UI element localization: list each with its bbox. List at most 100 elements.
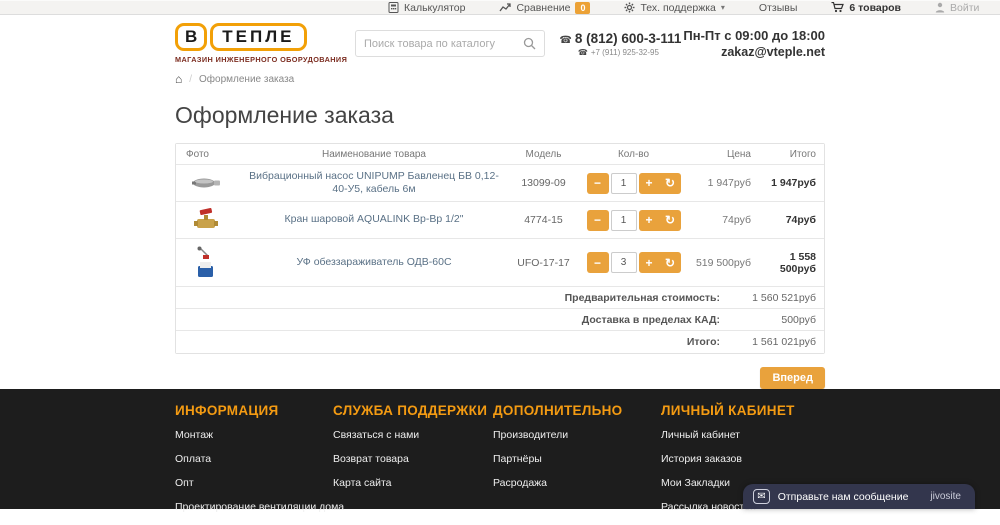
- topbar-comparison-label: Сравнение: [516, 2, 570, 14]
- table-row: Вибрационный насос UNIPUMP Бавленец БВ 0…: [176, 165, 824, 202]
- footer-column-extras: ДОПОЛНИТЕЛЬНО Производители Партнёры Рас…: [493, 403, 661, 525]
- qty-input[interactable]: [611, 252, 637, 273]
- col-header-qty: Кол-во: [581, 149, 686, 160]
- footer-link-returns[interactable]: Возврат товара: [333, 453, 493, 465]
- qty-refresh-button[interactable]: ↻: [660, 173, 681, 194]
- table-row: Кран шаровой AQUALINK Вр-Вр 1/2" 4774-15…: [176, 202, 824, 239]
- product-photo-pump[interactable]: [186, 168, 226, 198]
- qty-refresh-button[interactable]: ↻: [660, 210, 681, 231]
- phone-alt-number: +7 (911) 925-32-95: [591, 48, 659, 57]
- comparison-icon: [499, 2, 511, 13]
- topbar-reviews-label: Отзывы: [759, 2, 797, 14]
- qty-input[interactable]: [611, 210, 637, 231]
- product-total: 74руб: [751, 214, 824, 226]
- footer-link-oplata[interactable]: Оплата: [175, 453, 333, 465]
- search-button[interactable]: [523, 37, 536, 50]
- site-logo[interactable]: В ТЕПЛЕ МАГАЗИН ИНЖЕНЕРНОГО ОБОРУДОВАНИЯ: [175, 23, 343, 64]
- summary-delivery: Доставка в пределах КАД: 500руб: [176, 309, 824, 331]
- summary-value: 1 561 021руб: [720, 336, 824, 348]
- phone-icon-small: ☎: [578, 48, 588, 57]
- top-utility-bar: Калькулятор Сравнение 0 Тех. поддержка ▾…: [0, 0, 1000, 15]
- qty-plus-button[interactable]: +: [639, 252, 660, 273]
- header-hours-email: Пн-Пт с 09:00 до 18:00 zakaz@vteple.net: [683, 28, 825, 59]
- topbar-cart[interactable]: 6 товаров: [831, 2, 901, 14]
- topbar-login[interactable]: Войти: [935, 2, 979, 14]
- footer-column-support: СЛУЖБА ПОДДЕРЖКИ Связаться с нами Возвра…: [333, 403, 493, 525]
- chevron-down-icon: ▾: [721, 3, 725, 12]
- product-price: 519 500руб: [686, 257, 751, 269]
- logo-letter-box: В: [175, 23, 207, 51]
- breadcrumb: ⌂ / Оформление заказа: [175, 72, 825, 86]
- product-model: 13099-09: [506, 177, 581, 189]
- footer-link-manufacturers[interactable]: Производители: [493, 429, 661, 441]
- topbar-reviews[interactable]: Отзывы: [759, 2, 797, 14]
- product-name-link[interactable]: УФ обеззараживатель ОДВ-60С: [290, 256, 457, 269]
- logo-tagline: МАГАЗИН ИНЖЕНЕРНОГО ОБОРУДОВАНИЯ: [175, 55, 343, 64]
- footer-heading: ИНФОРМАЦИЯ: [175, 403, 333, 418]
- footer-link-sitemap[interactable]: Карта сайта: [333, 477, 493, 489]
- chat-brand-label: jivosite: [930, 491, 961, 502]
- product-total: 1 558 500руб: [751, 251, 824, 275]
- quantity-stepper: − + ↻: [587, 173, 681, 194]
- footer-link-account[interactable]: Личный кабинет: [661, 429, 831, 441]
- footer-link-opt[interactable]: Опт: [175, 477, 333, 489]
- qty-minus-button[interactable]: −: [587, 252, 609, 273]
- topbar-login-label: Войти: [950, 2, 979, 14]
- summary-label: Доставка в пределах КАД:: [582, 314, 720, 326]
- topbar-comparison[interactable]: Сравнение 0: [499, 2, 590, 14]
- user-icon: [935, 2, 945, 13]
- product-name-link[interactable]: Вибрационный насос UNIPUMP Бавленец БВ 0…: [242, 170, 506, 196]
- footer-link-montazh[interactable]: Монтаж: [175, 429, 333, 441]
- col-header-model: Модель: [506, 149, 581, 160]
- site-header: В ТЕПЛЕ МАГАЗИН ИНЖЕНЕРНОГО ОБОРУДОВАНИЯ…: [175, 15, 825, 64]
- footer-heading: ДОПОЛНИТЕЛЬНО: [493, 403, 661, 418]
- forward-button[interactable]: Вперед: [760, 367, 825, 389]
- summary-label: Итого:: [687, 336, 720, 348]
- topbar-tech-support-label: Тех. поддержка: [640, 2, 715, 14]
- qty-plus-button[interactable]: +: [639, 173, 660, 194]
- home-icon[interactable]: ⌂: [175, 72, 182, 86]
- breadcrumb-current: Оформление заказа: [199, 74, 294, 85]
- logo-word-box: ТЕПЛЕ: [210, 23, 306, 51]
- chat-message: Отправьте нам сообщение: [778, 491, 909, 503]
- topbar-calculator-label: Калькулятор: [404, 2, 465, 14]
- page-title: Оформление заказа: [175, 102, 825, 129]
- footer-link-order-history[interactable]: История заказов: [661, 453, 831, 465]
- topbar-cart-label: 6 товаров: [849, 2, 901, 14]
- cart-table: Фото Наименование товара Модель Кол-во Ц…: [175, 143, 825, 354]
- summary-label: Предварительная стоимость:: [565, 292, 720, 304]
- envelope-icon: ✉: [753, 489, 769, 504]
- summary-subtotal: Предварительная стоимость: 1 560 521руб: [176, 287, 824, 309]
- footer-link-sale[interactable]: Расродажа: [493, 477, 661, 489]
- footer-heading: ЛИЧНЫЙ КАБИНЕТ: [661, 403, 831, 418]
- summary-total: Итого: 1 561 021руб: [176, 331, 824, 353]
- search-icon: [523, 37, 536, 50]
- comparison-count-badge: 0: [575, 2, 590, 14]
- qty-input[interactable]: [611, 173, 637, 194]
- footer-link-partners[interactable]: Партнёры: [493, 453, 661, 465]
- col-header-total: Итого: [751, 149, 824, 160]
- qty-refresh-button[interactable]: ↻: [660, 252, 681, 273]
- topbar-calculator[interactable]: Калькулятор: [388, 2, 465, 14]
- col-header-photo: Фото: [176, 149, 242, 160]
- product-photo-valve[interactable]: [186, 205, 226, 235]
- qty-minus-button[interactable]: −: [587, 210, 609, 231]
- table-row: УФ обеззараживатель ОДВ-60С UFO-17-17 − …: [176, 239, 824, 287]
- gear-icon: [624, 2, 635, 13]
- forward-button-row: Вперед: [175, 367, 825, 389]
- footer-link-proektirovanie[interactable]: Проектирование вентиляции дома: [175, 501, 333, 513]
- summary-value: 1 560 521руб: [720, 292, 824, 304]
- qty-plus-button[interactable]: +: [639, 210, 660, 231]
- quantity-stepper: − + ↻: [587, 252, 681, 273]
- product-name-link[interactable]: Кран шаровой AQUALINK Вр-Вр 1/2": [279, 213, 470, 226]
- summary-value: 500руб: [720, 314, 824, 326]
- phone-main-number: 8 (812) 600-3-111: [575, 31, 682, 46]
- product-photo-uv[interactable]: [186, 248, 226, 278]
- product-price: 74руб: [686, 214, 751, 226]
- topbar-tech-support[interactable]: Тех. поддержка ▾: [624, 2, 724, 14]
- qty-minus-button[interactable]: −: [587, 173, 609, 194]
- checkout-page: Калькулятор Сравнение 0 Тех. поддержка ▾…: [0, 0, 1000, 509]
- search-input[interactable]: [364, 38, 523, 50]
- chat-widget[interactable]: ✉ Отправьте нам сообщение jivosite: [743, 484, 975, 509]
- footer-link-contact[interactable]: Связаться с нами: [333, 429, 493, 441]
